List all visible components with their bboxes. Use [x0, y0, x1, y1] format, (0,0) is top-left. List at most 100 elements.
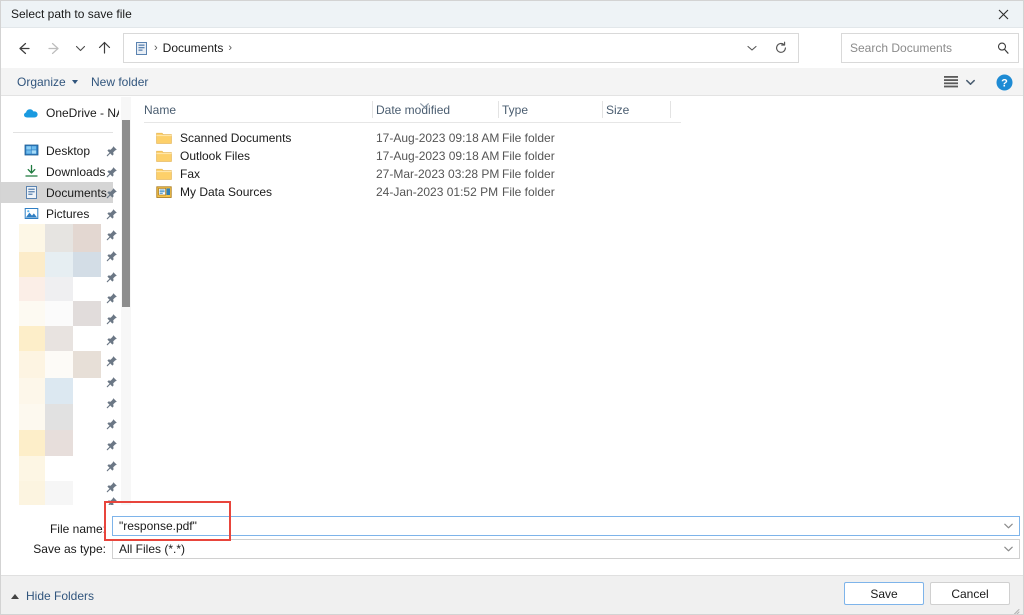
refresh-icon — [776, 41, 786, 53]
folder-icon — [156, 166, 172, 182]
file-type-cell: File folder — [502, 184, 555, 199]
pin-icon — [106, 291, 118, 304]
column-divider[interactable] — [498, 101, 499, 118]
sidebar-item-label: Downloads — [46, 164, 106, 179]
back-button[interactable] — [8, 33, 38, 63]
file-name-cell: My Data Sources — [180, 184, 273, 199]
hide-folders-button[interactable]: Hide Folders — [11, 587, 94, 605]
help-icon: ? — [996, 74, 1013, 91]
file-type-cell: File folder — [502, 130, 555, 145]
pin-icon — [106, 459, 118, 472]
save-as-type-value: All Files (*.*) — [119, 542, 186, 556]
organize-label: Organize — [17, 75, 66, 89]
column-divider[interactable] — [670, 101, 671, 118]
navigation-bar: › Documents › — [1, 28, 1023, 68]
new-folder-label: New folder — [91, 75, 149, 89]
pin-icon — [106, 396, 118, 409]
table-row[interactable]: Fax 27-Mar-2023 03:28 PM File folder — [132, 164, 1023, 183]
file-date-cell: 24-Jan-2023 01:52 PM — [376, 184, 499, 199]
sidebar-item-label: Documents — [46, 185, 107, 200]
address-dropdown-button[interactable] — [740, 34, 764, 62]
save-as-type-dropdown-button[interactable] — [1001, 540, 1015, 558]
list-view-icon — [944, 76, 958, 88]
breadcrumb-separator-1[interactable]: › — [228, 42, 232, 54]
up-button[interactable] — [89, 33, 119, 63]
view-options-dropdown[interactable] — [964, 72, 976, 92]
pin-icon — [106, 495, 118, 505]
header-underline — [144, 122, 681, 123]
resize-grip-icon[interactable] — [1010, 602, 1020, 614]
table-row[interactable]: Scanned Documents 17-Aug-2023 09:18 AM F… — [132, 128, 1023, 147]
sidebar-item-onedrive[interactable]: OneDrive - NAV C — [1, 102, 119, 123]
close-icon — [998, 9, 1008, 20]
sidebar-item-label: Desktop — [46, 143, 91, 158]
search-input[interactable] — [850, 41, 986, 55]
pin-icon — [106, 165, 118, 178]
table-row[interactable]: Outlook Files 17-Aug-2023 09:18 AM File … — [132, 146, 1023, 165]
navpane-scrollbar-thumb[interactable] — [122, 120, 130, 307]
column-header-size[interactable]: Size — [606, 100, 629, 120]
column-divider[interactable] — [602, 101, 603, 118]
sort-descending-icon — [420, 95, 429, 108]
command-bar: Organize New folder — [1, 68, 1023, 96]
save-file-dialog: Select path to save file › Documents › S… — [0, 0, 1024, 615]
sidebar-item-label: OneDrive - NAV C — [46, 105, 119, 120]
svg-text:?: ? — [1001, 78, 1008, 90]
navigation-pane: OneDrive - NAV C Desktop — [1, 96, 131, 505]
chevron-down-icon — [71, 80, 78, 84]
sidebar-item-downloads[interactable]: Downloads — [1, 161, 113, 182]
column-header-date-modified[interactable]: Date modified — [376, 100, 450, 120]
close-button[interactable] — [981, 1, 1023, 28]
save-button[interactable]: Save — [844, 582, 924, 605]
documents-icon — [23, 185, 39, 201]
chevron-up-icon — [11, 593, 19, 599]
data-sources-folder-icon — [156, 184, 172, 200]
search-box[interactable] — [841, 33, 1019, 63]
column-header-name[interactable]: Name — [144, 100, 176, 120]
file-name-dropdown-button[interactable] — [1001, 517, 1015, 535]
onedrive-cloud-icon — [23, 105, 39, 121]
sidebar-item-pictures[interactable]: Pictures — [1, 203, 113, 224]
file-name-cell: Fax — [180, 166, 201, 181]
sidebar-item-documents[interactable]: Documents — [1, 182, 113, 203]
column-divider[interactable] — [372, 101, 373, 118]
documents-folder-icon — [133, 40, 149, 56]
breadcrumb-item-documents[interactable]: Documents — [163, 41, 224, 55]
change-view-button[interactable] — [941, 72, 961, 92]
title-bar: Select path to save file — [1, 1, 1023, 28]
arrow-right-icon — [47, 42, 59, 54]
file-name-value: "response.pdf" — [119, 519, 197, 533]
file-name-cell: Scanned Documents — [180, 130, 292, 145]
arrow-up-icon — [98, 41, 110, 54]
save-as-type-field[interactable]: All Files (*.*) — [112, 539, 1020, 559]
chevron-down-icon — [75, 45, 85, 51]
file-list-header: Name Date modified Type Size — [132, 100, 1023, 120]
new-folder-button[interactable]: New folder — [91, 72, 148, 92]
downloads-icon — [23, 164, 39, 180]
address-bar[interactable]: › Documents › — [123, 33, 799, 63]
pin-icon — [106, 375, 118, 388]
sidebar-item-desktop[interactable]: Desktop — [1, 140, 113, 161]
pin-icon — [106, 438, 118, 451]
pin-icon — [106, 186, 118, 199]
pin-icon — [106, 333, 118, 346]
sidebar-item-label: Pictures — [46, 206, 90, 221]
desktop-icon — [23, 143, 39, 159]
file-type-cell: File folder — [502, 166, 555, 181]
file-name-field[interactable]: "response.pdf" — [112, 516, 1020, 536]
table-row[interactable]: My Data Sources 24-Jan-2023 01:52 PM Fil… — [132, 182, 1023, 201]
file-date-cell: 17-Aug-2023 09:18 AM — [376, 148, 500, 163]
sidebar-divider — [13, 132, 113, 133]
column-header-type[interactable]: Type — [502, 100, 528, 120]
refresh-button[interactable] — [768, 34, 794, 62]
help-button[interactable]: ? — [996, 74, 1013, 91]
pin-icon — [106, 312, 118, 325]
arrow-left-icon — [18, 42, 30, 54]
cancel-button[interactable]: Cancel — [930, 582, 1010, 605]
search-icon — [997, 42, 1009, 54]
organize-button[interactable]: Organize — [17, 72, 78, 92]
pin-icon — [106, 207, 118, 220]
pictures-icon — [23, 206, 39, 222]
search-button[interactable] — [992, 34, 1014, 62]
chevron-down-icon — [1003, 546, 1013, 552]
